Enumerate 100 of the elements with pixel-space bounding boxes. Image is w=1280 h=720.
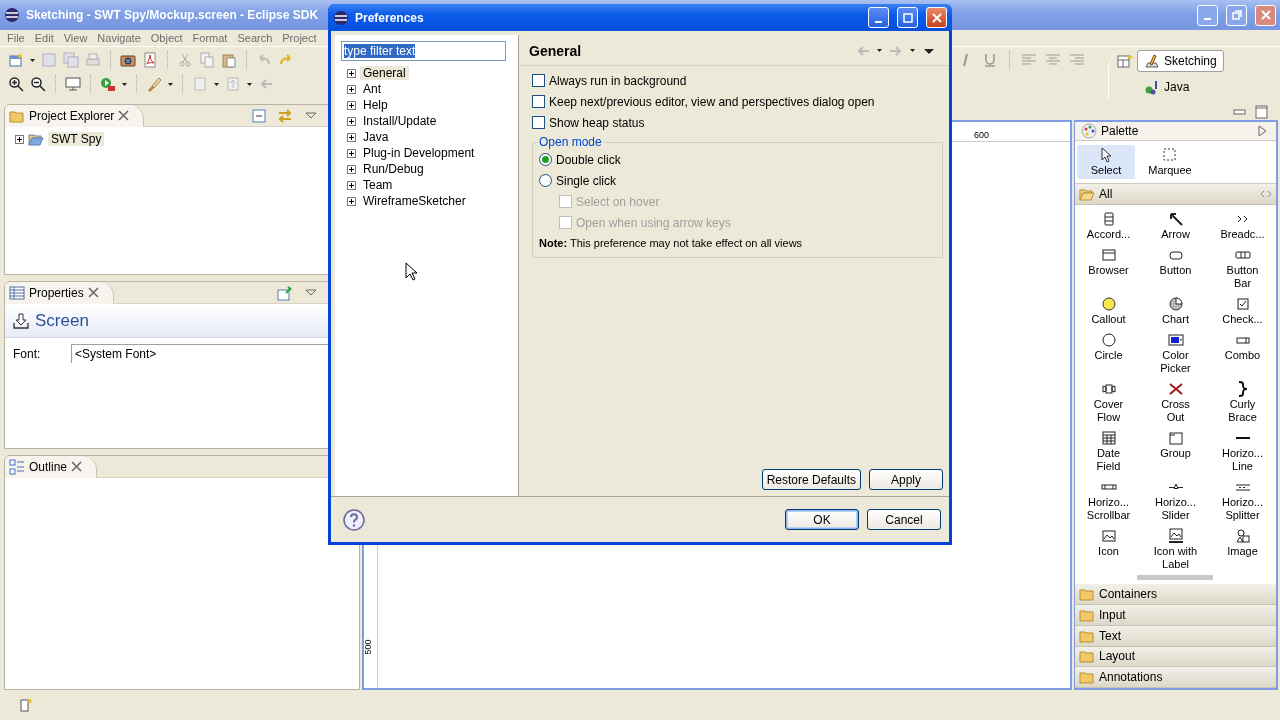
- restore-button[interactable]: [1226, 4, 1247, 26]
- menu-item[interactable]: View: [58, 32, 93, 44]
- menu-item[interactable]: Project: [277, 32, 322, 44]
- new-file-icon[interactable]: [8, 52, 24, 68]
- view-tab[interactable]: Properties: [5, 282, 114, 304]
- expand-icon[interactable]: [347, 148, 356, 158]
- palette-drawer[interactable]: All: [1075, 183, 1276, 205]
- palette-item[interactable]: Breadc...: [1209, 210, 1276, 241]
- checkbox[interactable]: [532, 116, 545, 129]
- expand-icon[interactable]: [347, 132, 356, 142]
- expand-icon[interactable]: [347, 180, 356, 190]
- palette-item[interactable]: Color Picker: [1142, 331, 1209, 375]
- checkbox[interactable]: [532, 74, 545, 87]
- menu-item[interactable]: File: [2, 32, 30, 44]
- view-tab[interactable]: Outline: [5, 456, 98, 478]
- open-perspective-icon[interactable]: [1117, 53, 1133, 69]
- expand-icon[interactable]: [347, 68, 356, 78]
- close-icon[interactable]: [118, 110, 130, 121]
- filter-field[interactable]: type filter text: [341, 41, 506, 61]
- tree-item[interactable]: Run/Debug: [360, 162, 427, 176]
- zoom-out-icon[interactable]: [30, 76, 46, 92]
- palette-item[interactable]: Accord...: [1075, 210, 1142, 241]
- palette-item[interactable]: Arrow: [1142, 210, 1209, 241]
- palette-item[interactable]: Date Field: [1075, 429, 1142, 473]
- palette-item[interactable]: Cross Out: [1142, 380, 1209, 424]
- close-icon[interactable]: [71, 461, 83, 472]
- expand-icon[interactable]: [347, 196, 356, 206]
- menu-item[interactable]: Navigate: [92, 32, 146, 44]
- scrollbar-thumb[interactable]: [1137, 574, 1213, 581]
- palette-item[interactable]: Horizo... Slider: [1142, 478, 1209, 522]
- palette-tool[interactable]: Select: [1077, 144, 1135, 179]
- run-icon[interactable]: [100, 76, 116, 92]
- palette-item[interactable]: Callout: [1075, 295, 1142, 326]
- menu-item[interactable]: Object: [145, 32, 188, 44]
- palette-item[interactable]: Image: [1209, 527, 1276, 571]
- radio-button[interactable]: [539, 153, 552, 166]
- tree-item[interactable]: Help: [360, 98, 391, 112]
- tree-item[interactable]: Ant: [360, 82, 384, 96]
- expand-icon[interactable]: [347, 100, 356, 110]
- paste-icon[interactable]: [221, 52, 237, 68]
- palette-item[interactable]: Browser: [1075, 246, 1142, 290]
- palette-item[interactable]: Icon: [1075, 527, 1142, 571]
- tree-item[interactable]: Install/Update: [360, 114, 440, 128]
- dialog-button[interactable]: Cancel: [867, 509, 941, 530]
- minimize-button[interactable]: [1197, 4, 1218, 26]
- checkbox[interactable]: [532, 95, 545, 108]
- menu-item[interactable]: Format: [187, 32, 233, 44]
- palette-drawer[interactable]: Layout: [1075, 646, 1276, 668]
- palette-item[interactable]: Button: [1142, 246, 1209, 290]
- radio-button[interactable]: [539, 174, 552, 187]
- expand-icon[interactable]: [347, 84, 356, 94]
- close-icon[interactable]: [87, 287, 99, 298]
- palette-item[interactable]: Horizo... Splitter: [1209, 478, 1276, 522]
- maximize-button[interactable]: [897, 7, 918, 28]
- maximize-icon[interactable]: [1254, 104, 1270, 120]
- underline-icon[interactable]: [982, 52, 998, 68]
- tree-item[interactable]: WireframeSketcher: [360, 194, 469, 208]
- palette-item[interactable]: Check...: [1209, 295, 1276, 326]
- palette-drawer[interactable]: Input: [1075, 605, 1276, 626]
- collapse-all-icon[interactable]: [251, 107, 267, 124]
- palette-item[interactable]: Curly Brace: [1209, 380, 1276, 424]
- close-button[interactable]: [926, 7, 947, 28]
- palette-item[interactable]: Horizo... Line: [1209, 429, 1276, 473]
- dialog-button[interactable]: Restore Defaults: [761, 469, 861, 490]
- camera-icon[interactable]: [120, 52, 136, 68]
- palette-item[interactable]: Circle: [1075, 331, 1142, 375]
- palette-item[interactable]: Cover Flow: [1075, 380, 1142, 424]
- palette-item[interactable]: Combo: [1209, 331, 1276, 375]
- palette-drawer[interactable]: Containers: [1075, 584, 1276, 605]
- view-tab[interactable]: Project Explorer: [5, 105, 145, 127]
- tree-item[interactable]: Plug-in Development: [360, 146, 478, 160]
- expand-icon[interactable]: [15, 134, 24, 144]
- tree-item[interactable]: SWT Spy: [48, 132, 105, 146]
- link-arrows-icon[interactable]: [277, 107, 293, 124]
- perspective-button[interactable]: Sketching: [1137, 50, 1224, 72]
- palette-item[interactable]: Button Bar: [1209, 246, 1276, 290]
- expand-icon[interactable]: [347, 116, 356, 126]
- pdf-icon[interactable]: [142, 52, 158, 68]
- menu-item[interactable]: Edit: [29, 32, 59, 44]
- tree-item[interactable]: General: [360, 66, 409, 80]
- pin-icon[interactable]: [277, 284, 293, 301]
- palette-tool[interactable]: Marquee: [1141, 144, 1199, 179]
- close-button[interactable]: [1255, 4, 1276, 26]
- palette-item[interactable]: Horizo... Scrollbar: [1075, 478, 1142, 522]
- copy-icon[interactable]: [199, 52, 215, 68]
- perspective-button[interactable]: Java: [1137, 76, 1197, 98]
- tree-item[interactable]: Java: [360, 130, 392, 144]
- menu-item[interactable]: Search: [232, 32, 278, 44]
- minimize-button[interactable]: [868, 7, 889, 28]
- palette-drawer[interactable]: Annotations: [1075, 667, 1276, 688]
- palette-item[interactable]: Group: [1142, 429, 1209, 473]
- palette-item[interactable]: Icon with Label: [1142, 527, 1209, 571]
- dialog-button[interactable]: Apply: [869, 469, 943, 490]
- palette-drawer[interactable]: Text: [1075, 625, 1276, 647]
- zoom-in-icon[interactable]: [8, 76, 24, 92]
- expand-icon[interactable]: [347, 164, 356, 174]
- dialog-button[interactable]: OK: [785, 509, 859, 530]
- palette-item[interactable]: Chart: [1142, 295, 1209, 326]
- brush-icon[interactable]: [146, 76, 162, 92]
- tree-item[interactable]: Team: [360, 178, 396, 192]
